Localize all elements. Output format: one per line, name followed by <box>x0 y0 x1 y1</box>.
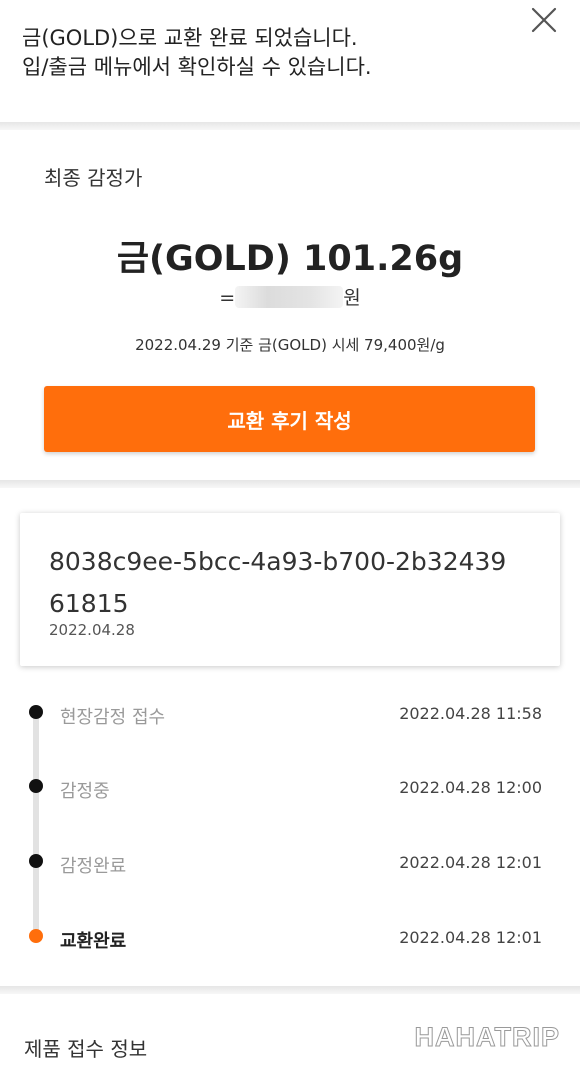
timeline-step-time: 2022.04.28 12:01 <box>399 853 542 872</box>
product-receipt-info-title: 제품 접수 정보 <box>24 1037 148 1061</box>
status-timeline: 현장감정 접수 2022.04.28 11:58 감정중 2022.04.28 … <box>0 690 580 960</box>
timeline-step-label: 현장감정 접수 <box>60 707 166 728</box>
krw-prefix: = <box>219 287 236 309</box>
timeline-step-time: 2022.04.28 12:00 <box>399 778 542 797</box>
section-divider <box>0 986 580 994</box>
completion-message-line2: 입/출금 메뉴에서 확인하실 수 있습니다. <box>22 55 372 79</box>
timeline-dot <box>29 779 43 793</box>
timeline-step: 감정완료 2022.04.28 12:01 <box>0 843 580 883</box>
timeline-dot <box>29 854 43 868</box>
timeline-dot-active <box>29 929 43 943</box>
timeline-step: 감정중 2022.04.28 12:00 <box>0 768 580 808</box>
close-icon <box>531 7 557 33</box>
timeline-dot <box>29 705 43 719</box>
completion-message-line1: 금(GOLD)으로 교환 완료 되었습니다. <box>22 26 358 50</box>
timeline-track <box>33 708 39 938</box>
final-appraisal-section: 최종 감정가 금(GOLD) 101.26g = 원 2022.04.29 기준 … <box>0 128 580 480</box>
order-date: 2022.04.28 <box>49 621 135 639</box>
krw-suffix: 원 <box>343 287 361 309</box>
gold-amount: 금(GOLD) 101.26g <box>116 239 464 279</box>
gold-price-note: 2022.04.29 기준 금(GOLD) 시세 79,400원/g <box>135 336 445 354</box>
section-divider <box>0 480 580 488</box>
completion-header: 금(GOLD)으로 교환 완료 되었습니다. 입/출금 메뉴에서 확인하실 수 … <box>0 0 580 122</box>
krw-equivalent: = 원 <box>0 283 580 310</box>
close-button[interactable] <box>530 6 558 34</box>
order-id: 8038c9ee-5bcc-4a93-b700-2b3243961815 <box>49 547 507 618</box>
timeline-step-time: 2022.04.28 11:58 <box>399 704 542 723</box>
order-card: 8038c9ee-5bcc-4a93-b700-2b3243961815 202… <box>20 513 560 666</box>
timeline-step-time: 2022.04.28 12:01 <box>399 928 542 947</box>
timeline-step-label: 교환완료 <box>60 931 127 952</box>
timeline-step-label: 감정완료 <box>60 856 127 877</box>
watermark: HAHATRIP <box>414 1022 560 1053</box>
blurred-krw-value <box>235 286 344 308</box>
final-appraisal-title: 최종 감정가 <box>44 166 143 190</box>
timeline-step-label: 감정중 <box>60 781 110 802</box>
completion-message: 금(GOLD)으로 교환 완료 되었습니다. 입/출금 메뉴에서 확인하실 수 … <box>22 24 372 82</box>
timeline-step: 현장감정 접수 2022.04.28 11:58 <box>0 694 580 734</box>
write-review-button[interactable]: 교환 후기 작성 <box>44 386 535 452</box>
timeline-step-current: 교환완료 2022.04.28 12:01 <box>0 918 580 958</box>
